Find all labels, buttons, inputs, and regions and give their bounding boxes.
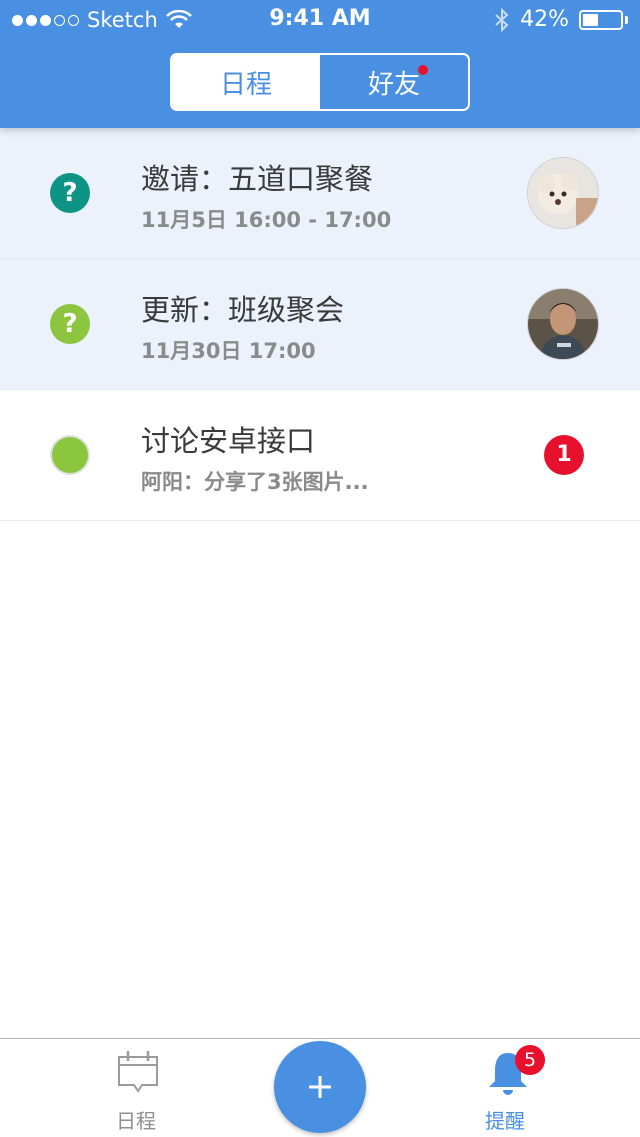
status-left: Sketch (12, 8, 192, 32)
signal-dots-icon (12, 14, 79, 26)
question-icon: ? (50, 173, 90, 213)
app-header: Sketch 9:41 AM 42% 日程 好友 (0, 0, 640, 128)
tab-friends[interactable]: 好友 (320, 55, 468, 109)
bluetooth-icon (495, 7, 509, 32)
friends-notification-dot (418, 65, 428, 75)
tab-calendar[interactable]: 日程 (66, 1039, 206, 1137)
tab-schedule-label: 日程 (219, 69, 272, 100)
add-button[interactable] (274, 1041, 366, 1133)
status-right: 42% (494, 7, 628, 32)
plus-icon (309, 1076, 331, 1098)
dog-avatar-icon (528, 158, 598, 228)
item-subtitle: 阿阳：分享了3张图片... (141, 470, 369, 494)
tab-calendar-label: 日程 (116, 1109, 156, 1133)
tab-reminders[interactable]: 5 提醒 (435, 1039, 575, 1137)
battery-icon (579, 9, 623, 30)
item-title: 邀请：五道口聚餐 (141, 162, 374, 196)
notification-list: ? 邀请：五道口聚餐 11月5日 16:00 - 17:00 ? 更新：班级聚会… (0, 128, 640, 521)
item-subtitle: 11月5日 16:00 - 17:00 (141, 208, 392, 232)
unread-count-badge: 1 (544, 435, 584, 475)
battery-tip (625, 15, 628, 24)
battery-percent: 42% (520, 7, 569, 32)
question-icon: ? (50, 304, 90, 344)
avatar[interactable] (527, 157, 599, 229)
list-item[interactable]: ? 邀请：五道口聚餐 11月5日 16:00 - 17:00 (0, 128, 640, 259)
wifi-icon (165, 10, 192, 28)
list-item[interactable]: 讨论安卓接口 阿阳：分享了3张图片... 1 (0, 390, 640, 521)
carrier-name: Sketch (87, 8, 158, 32)
man-avatar-icon (528, 289, 598, 359)
avatar[interactable] (527, 288, 599, 360)
status-bar: Sketch 9:41 AM 42% (0, 0, 640, 40)
tab-reminders-label: 提醒 (485, 1109, 525, 1133)
list-item[interactable]: ? 更新：班级聚会 11月30日 17:00 (0, 259, 640, 390)
item-title: 更新：班级聚会 (141, 293, 345, 327)
segmented-control: 日程 好友 (170, 53, 470, 111)
reminders-badge: 5 (515, 1045, 545, 1075)
item-subtitle: 11月30日 17:00 (141, 339, 316, 363)
dot-icon (50, 435, 90, 475)
battery-level (583, 13, 599, 26)
calendar-icon (118, 1051, 158, 1093)
item-title: 讨论安卓接口 (141, 424, 316, 458)
tab-friends-label: 好友 (367, 69, 420, 100)
tab-schedule[interactable]: 日程 (172, 55, 320, 109)
